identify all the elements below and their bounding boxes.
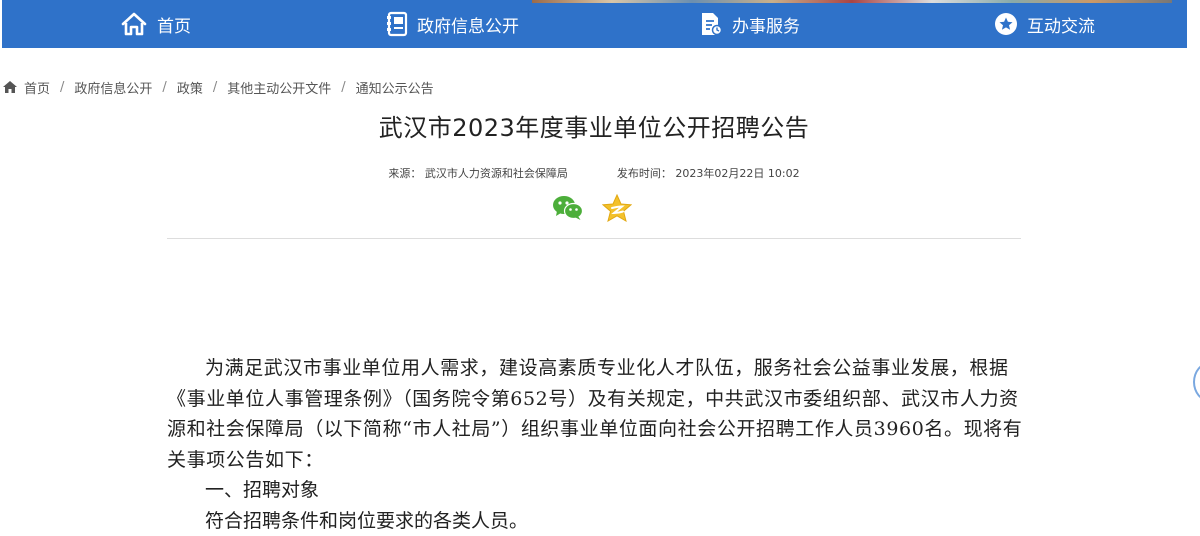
nav-gov-info[interactable]: 政府信息公开 [386, 0, 519, 48]
nav-home-label: 首页 [157, 16, 191, 37]
breadcrumb: 首页 / 政府信息公开 / 政策 / 其他主动公开文件 / 通知公示公告 [2, 78, 434, 97]
top-navigation: 首页 政府信息公开 办事服务 互动交流 [2, 0, 1187, 48]
nav-interaction[interactable]: 互动交流 [994, 0, 1095, 48]
article-title: 武汉市2023年度事业单位公开招聘公告 [378, 114, 810, 142]
article-content: 为满足武汉市事业单位用人需求，建设高素质专业化人才队伍，服务社会公益事业发展，根… [167, 353, 1027, 536]
breadcrumb-home[interactable]: 首页 [24, 78, 50, 97]
home-icon [121, 12, 147, 36]
publish-time-value: 2023年02月22日 10:02 [675, 167, 800, 180]
breadcrumb-separator: / [162, 79, 167, 95]
breadcrumb-separator: / [341, 79, 346, 95]
breadcrumb-separator: / [60, 79, 65, 95]
nav-interaction-label: 互动交流 [1027, 16, 1095, 37]
source-value: 武汉市人力资源和社会保障局 [424, 167, 568, 180]
nav-services-label: 办事服务 [732, 16, 800, 37]
star-circle-icon [995, 13, 1017, 35]
service-document-icon [702, 13, 723, 36]
document-book-icon [387, 11, 408, 37]
paragraph: 符合招聘条件和岗位要求的各类人员。 [205, 509, 529, 532]
wechat-icon[interactable] [552, 195, 584, 225]
source-label: 来源： [388, 167, 422, 180]
floating-side-button[interactable] [1193, 362, 1200, 402]
breadcrumb-gov-info[interactable]: 政府信息公开 [74, 78, 152, 97]
section-heading: 一、招聘对象 [205, 479, 320, 501]
breadcrumb-notices[interactable]: 通知公示公告 [356, 78, 434, 97]
title-divider [167, 238, 1021, 239]
nav-home[interactable]: 首页 [120, 0, 191, 48]
share-buttons [552, 193, 633, 226]
paragraph: 为满足武汉市事业单位用人需求，建设高素质专业化人才队伍，服务社会公益事业发展，根… [167, 357, 1023, 471]
breadcrumb-policy[interactable]: 政策 [177, 78, 203, 97]
nav-gov-info-label: 政府信息公开 [417, 16, 519, 37]
breadcrumb-separator: / [212, 79, 218, 95]
home-small-icon [3, 81, 17, 93]
qzone-star-icon[interactable] [601, 193, 633, 226]
nav-services[interactable]: 办事服务 [699, 0, 800, 48]
publish-time-label: 发布时间： [616, 167, 672, 180]
article-meta: 来源： 武汉市人力资源和社会保障局 发布时间： 2023年02月22日 10:0… [0, 165, 1188, 181]
breadcrumb-other-files[interactable]: 其他主动公开文件 [227, 78, 331, 97]
